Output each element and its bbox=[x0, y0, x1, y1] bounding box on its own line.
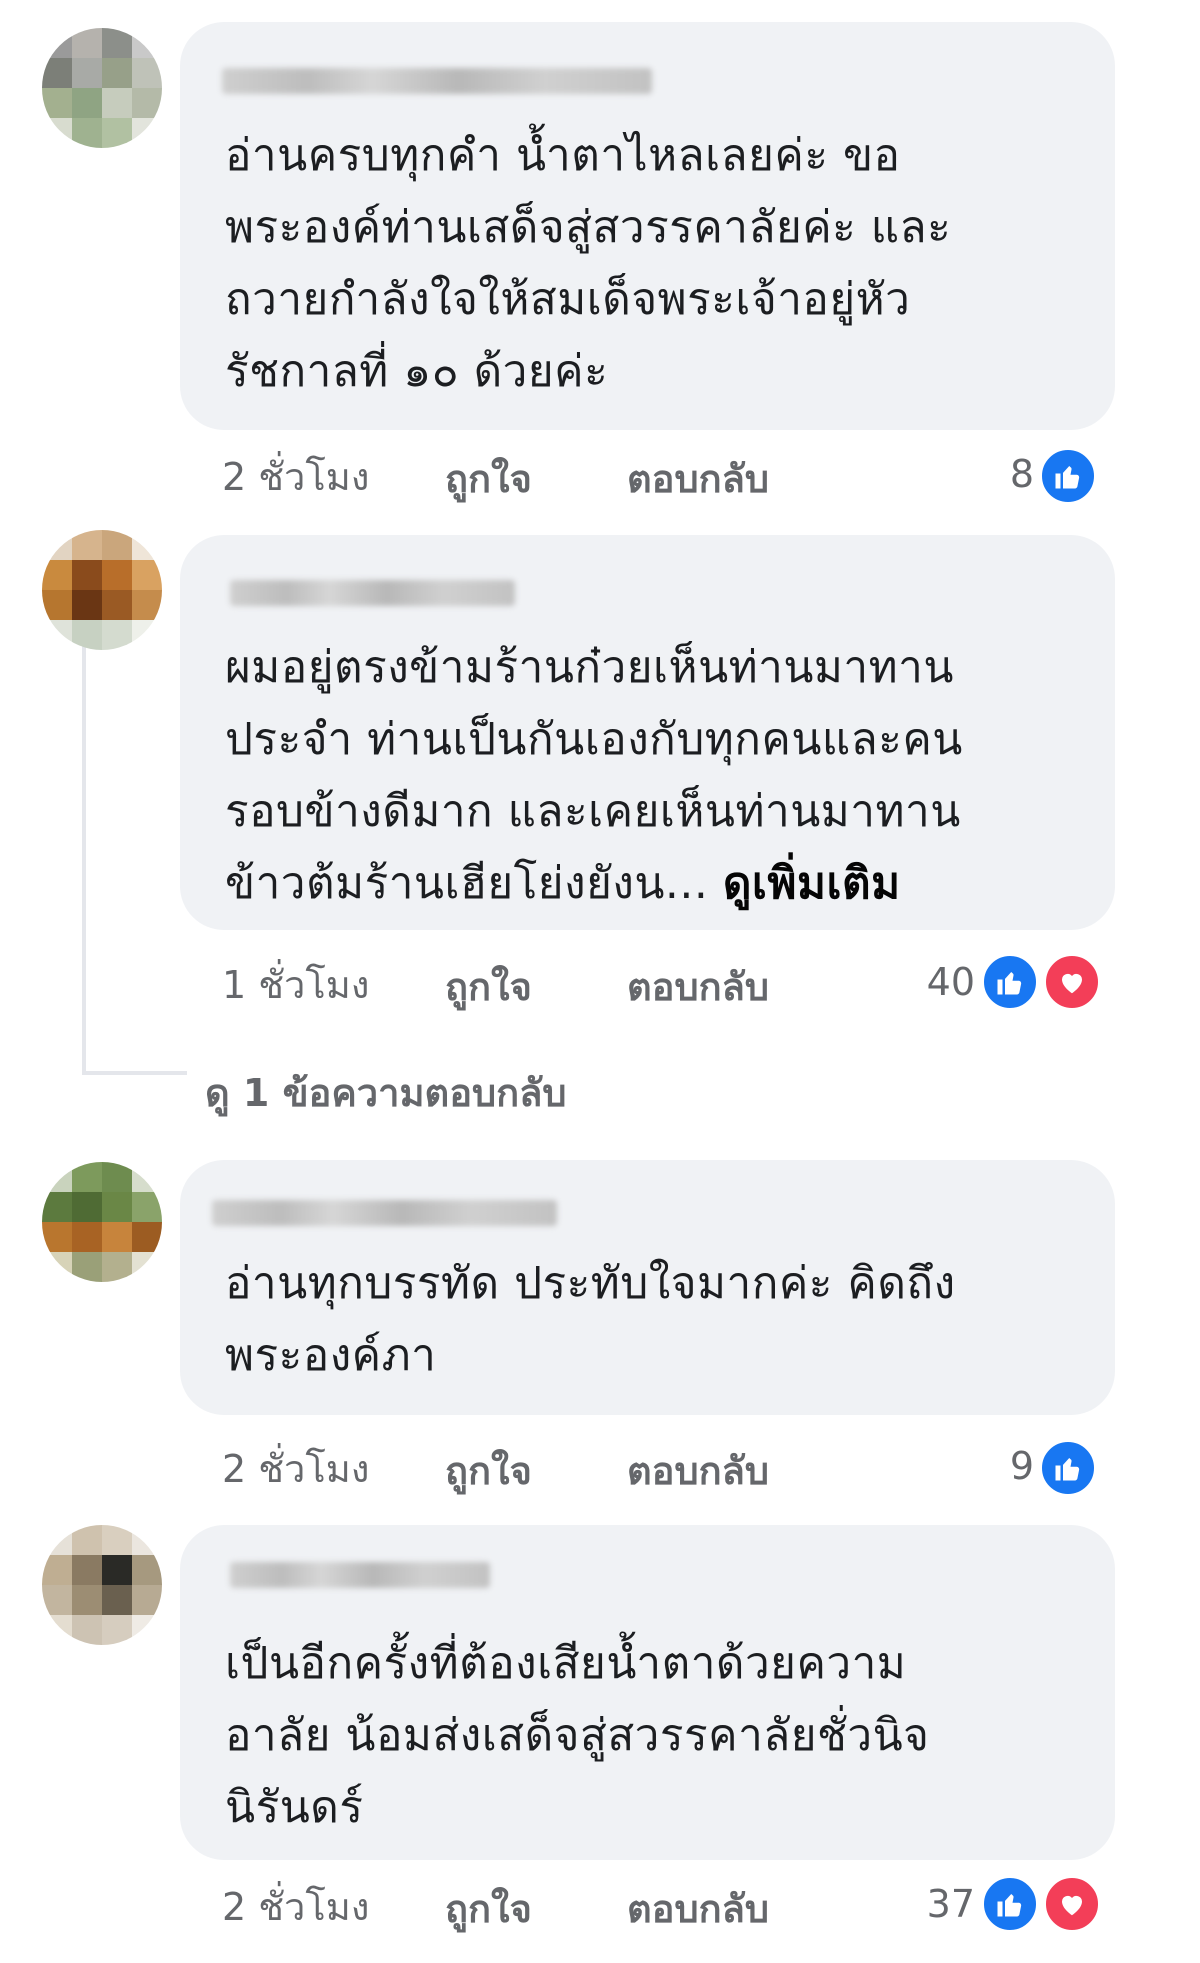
author-name-blurred[interactable] bbox=[222, 68, 652, 94]
comment-text: อ่านครบทุกคำ น้ำตาไหลเลยค่ะ ขอ พระองค์ท่… bbox=[225, 130, 952, 397]
reaction-count[interactable]: 8 bbox=[914, 452, 1034, 496]
like-icon[interactable] bbox=[1038, 1438, 1098, 1498]
comment-text: ผมอยู่ตรงข้ามร้านก๋วยเห็นท่านมาทาน ประจำ… bbox=[225, 632, 1075, 920]
avatar[interactable] bbox=[42, 530, 162, 650]
reaction-count[interactable]: 37 bbox=[855, 1882, 975, 1926]
thread-connector-elbow bbox=[82, 1071, 187, 1075]
comment-time[interactable]: 2 ชั่วโมง bbox=[222, 1876, 369, 1937]
author-name-blurred[interactable] bbox=[230, 1562, 490, 1588]
like-button[interactable]: ถูกใจ bbox=[445, 448, 532, 509]
love-icon[interactable] bbox=[1042, 1874, 1102, 1934]
reaction-count[interactable]: 9 bbox=[914, 1444, 1034, 1488]
reply-button[interactable]: ตอบกลับ bbox=[627, 1440, 769, 1501]
love-icon[interactable] bbox=[1042, 952, 1102, 1012]
like-icon[interactable] bbox=[980, 952, 1040, 1012]
reply-button[interactable]: ตอบกลับ bbox=[627, 956, 769, 1017]
author-name-blurred[interactable] bbox=[230, 580, 515, 606]
comment-text: อ่านทุกบรรทัด ประทับใจมากค่ะ คิดถึง พระอ… bbox=[225, 1258, 956, 1381]
like-button[interactable]: ถูกใจ bbox=[445, 1878, 532, 1939]
reaction-count[interactable]: 40 bbox=[855, 960, 975, 1004]
thread-connector bbox=[82, 605, 86, 1075]
view-replies-link[interactable]: ดู 1 ข้อความตอบกลับ bbox=[205, 1062, 567, 1123]
comment-time[interactable]: 2 ชั่วโมง bbox=[222, 446, 369, 507]
reply-button[interactable]: ตอบกลับ bbox=[627, 1878, 769, 1939]
like-icon[interactable] bbox=[980, 1874, 1040, 1934]
see-more-link[interactable]: ดูเพิ่มเติม bbox=[723, 858, 901, 909]
like-icon[interactable] bbox=[1038, 446, 1098, 506]
avatar[interactable] bbox=[42, 1162, 162, 1282]
avatar[interactable] bbox=[42, 28, 162, 148]
author-name-blurred[interactable] bbox=[212, 1200, 557, 1226]
comment-time[interactable]: 1 ชั่วโมง bbox=[222, 954, 369, 1015]
like-button[interactable]: ถูกใจ bbox=[445, 956, 532, 1017]
like-button[interactable]: ถูกใจ bbox=[445, 1440, 532, 1501]
comment-time[interactable]: 2 ชั่วโมง bbox=[222, 1438, 369, 1499]
avatar[interactable] bbox=[42, 1525, 162, 1645]
comment-text: เป็นอีกครั้งที่ต้องเสียน้ำตาด้วยความ อาล… bbox=[225, 1638, 930, 1833]
reply-button[interactable]: ตอบกลับ bbox=[627, 448, 769, 509]
